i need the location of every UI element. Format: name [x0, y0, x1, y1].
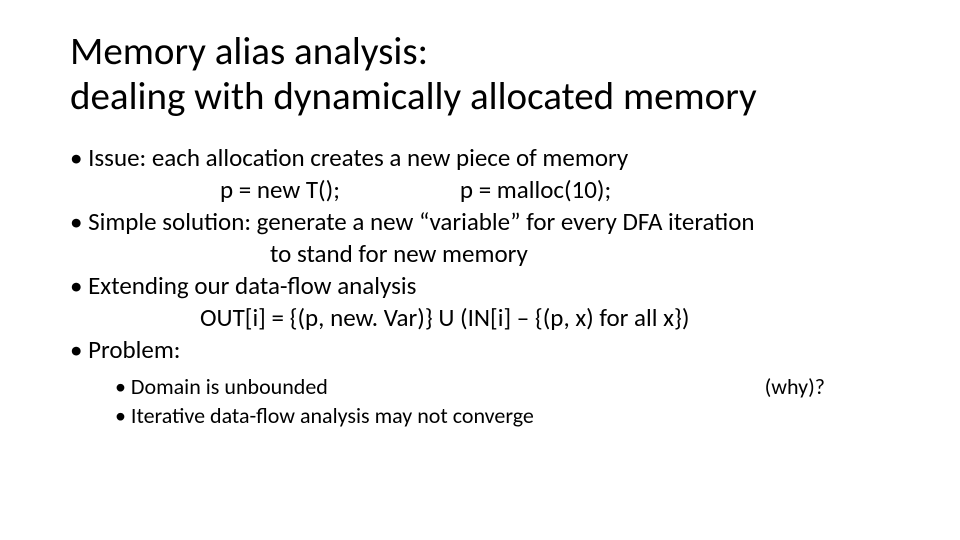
aside-why: (why)? — [765, 372, 885, 402]
title-line-1: Memory alias analysis: — [70, 28, 428, 75]
code-examples: p = new T(); p = malloc(10); — [70, 174, 890, 206]
sub-bullet-list: • Domain is unbounded (why)? • Iterative… — [70, 372, 890, 431]
bullet-issue: • Issue: each allocation creates a new p… — [70, 142, 890, 174]
slide-title: Memory alias analysis: dealing with dyna… — [70, 30, 890, 120]
slide: Memory alias analysis: dealing with dyna… — [0, 0, 960, 540]
bullet-simple-solution-cont: to stand for new memory — [70, 238, 890, 270]
bullet-problem: • Problem: — [70, 334, 890, 366]
code-malloc: p = malloc(10); — [460, 174, 611, 205]
bullet-extending: • Extending our data-flow analysis — [70, 270, 890, 302]
bullet-simple-solution: • Simple solution: generate a new “varia… — [70, 206, 890, 238]
code-new-t: p = new T(); — [220, 174, 340, 205]
title-line-2: dealing with dynamically allocated memor… — [70, 73, 757, 120]
sub-bullet-domain-row: • Domain is unbounded (why)? — [115, 372, 885, 402]
slide-body: • Issue: each allocation creates a new p… — [70, 142, 890, 431]
sub-bullet-domain: • Domain is unbounded — [115, 372, 328, 402]
sub-bullet-iterative: • Iterative data-flow analysis may not c… — [115, 401, 890, 431]
formula-out-in: OUT[i] = {(p, new. Var)} U (IN[i] – {(p,… — [70, 302, 890, 334]
